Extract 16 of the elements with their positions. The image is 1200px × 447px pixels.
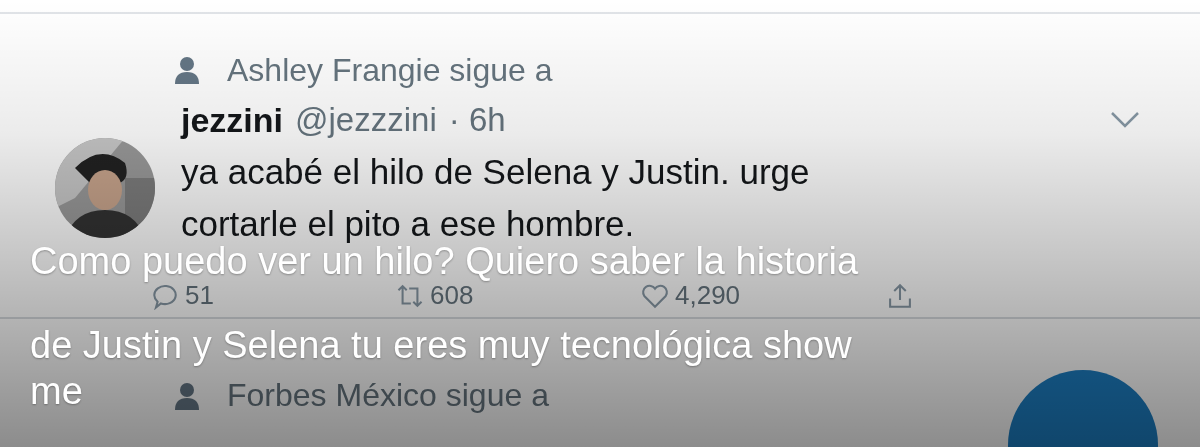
social-context: Ashley Frangie sigue a [227,51,553,89]
caption-text: me [30,369,83,414]
action-count: 51 [185,280,214,311]
display-name[interactable]: jezzini [181,100,284,140]
chevron-icon[interactable] [1110,111,1140,129]
tweet-text: cortarle el pito a ese hombre. [181,203,636,245]
person-icon [175,56,199,84]
caption-text: de Justin y Selena tu eres muy tecnológica show [30,323,852,368]
user-handle: @jezzzini [295,101,437,139]
tweet-text: ya acabé el hilo de Selena y Justin. urge [181,151,811,193]
share-icon[interactable] [886,281,914,310]
action-count: 608 [430,280,474,311]
action-count: 4,290 [675,280,741,311]
social-context: Forbes México sigue a [227,377,549,414]
person-icon [175,381,199,410]
tweet-time: · 6h [448,101,506,139]
